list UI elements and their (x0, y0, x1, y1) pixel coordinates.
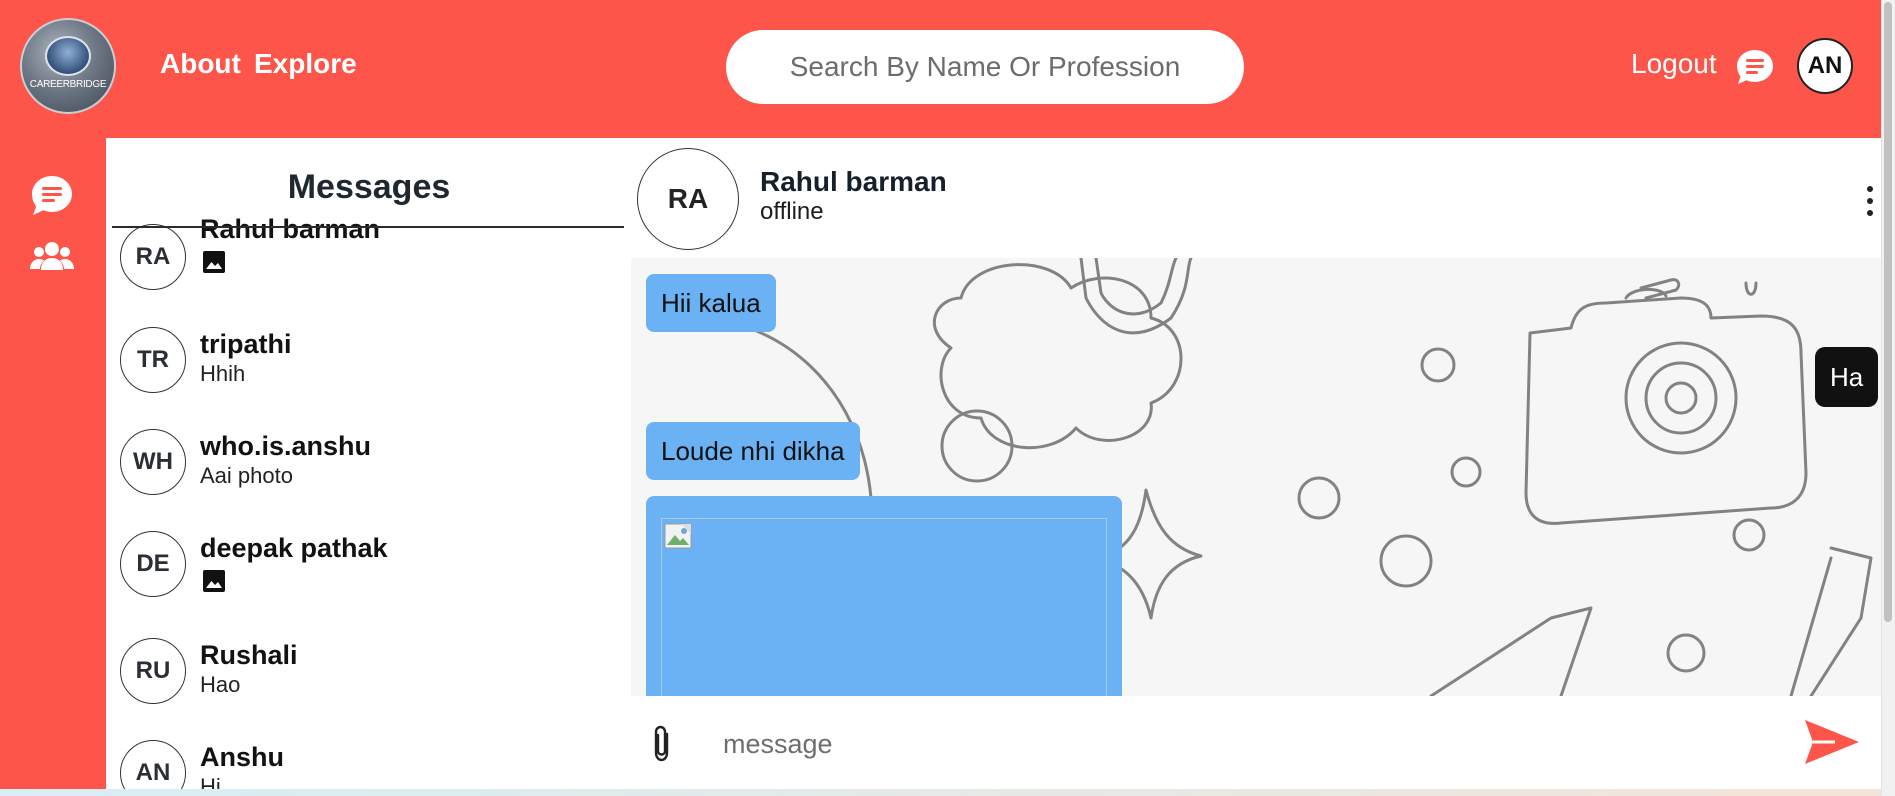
chat-bubble-icon[interactable] (1733, 46, 1777, 90)
avatar: RU (120, 638, 186, 704)
logout-link[interactable]: Logout (1631, 48, 1717, 80)
conversation-name: Anshu (200, 742, 284, 772)
message-composer (631, 696, 1881, 796)
conversation-item[interactable]: RA Rahul barman (120, 214, 620, 304)
send-icon[interactable] (1801, 714, 1861, 770)
contact-status: offline (760, 198, 824, 225)
broken-image-icon (664, 523, 692, 549)
logo-crest-icon (45, 36, 91, 76)
conversation-preview: Hhih (200, 361, 246, 386)
search-input[interactable] (726, 30, 1244, 104)
user-avatar[interactable]: AN (1797, 38, 1853, 94)
outgoing-message: Ha (1815, 347, 1879, 407)
conversation-name: tripathi (200, 329, 292, 359)
image-frame (661, 518, 1107, 696)
conversation-name: Rushali (200, 640, 298, 670)
avatar: RA (120, 224, 186, 290)
contact-avatar[interactable]: RA (637, 148, 739, 250)
kebab-menu-icon[interactable] (1860, 184, 1880, 218)
avatar: DE (120, 531, 186, 597)
conversation-item[interactable]: AN Anshu Hi (120, 740, 620, 796)
contact-name: Rahul barman (760, 166, 947, 197)
conversation-item[interactable]: RU Rushali Hao (120, 638, 620, 718)
conversation-name: who.is.anshu (200, 431, 372, 461)
sidebar-title: Messages (287, 168, 451, 206)
avatar: AN (120, 740, 186, 796)
top-navbar: CAREERBRIDGE About Explore Logout AN (0, 0, 1895, 138)
messages-sidebar: Messages RA Rahul barman TR tripathi Hhi… (106, 138, 626, 796)
incoming-message: Loude nhi dikha (646, 422, 860, 480)
image-icon (203, 570, 225, 592)
nav-about-link[interactable]: About (160, 48, 241, 80)
people-icon[interactable] (29, 236, 75, 282)
chat-messages-area[interactable]: Hii kalua Ha Loude nhi dikha (631, 258, 1881, 696)
chat-bubble-icon[interactable] (29, 173, 75, 219)
conversation-name: deepak pathak (200, 533, 388, 563)
careerbridge-logo[interactable]: CAREERBRIDGE (20, 18, 116, 114)
avatar: WH (120, 429, 186, 495)
conversation-item[interactable]: TR tripathi Hhih (120, 327, 620, 407)
chat-header: RA Rahul barman offline (631, 138, 1881, 258)
incoming-image-message[interactable] (646, 496, 1122, 696)
image-icon (203, 251, 225, 273)
nav-explore-link[interactable]: Explore (254, 48, 357, 80)
conversation-item[interactable]: DE deepak pathak (120, 531, 620, 611)
conversation-item[interactable]: WH who.is.anshu Aai photo (120, 429, 620, 509)
incoming-message: Hii kalua (646, 274, 776, 332)
page-scrollbar-thumb[interactable] (1884, 2, 1892, 622)
bottom-edge-strip (0, 789, 1881, 796)
conversation-preview: Hao (200, 672, 241, 697)
conversation-name: Rahul barman (200, 214, 381, 244)
avatar: TR (120, 327, 186, 393)
message-input[interactable] (723, 714, 1783, 774)
paperclip-icon[interactable] (647, 724, 677, 764)
logo-text: CAREERBRIDGE (29, 79, 107, 90)
sidebar-divider (112, 226, 624, 228)
conversation-preview: Aai photo (200, 463, 293, 488)
